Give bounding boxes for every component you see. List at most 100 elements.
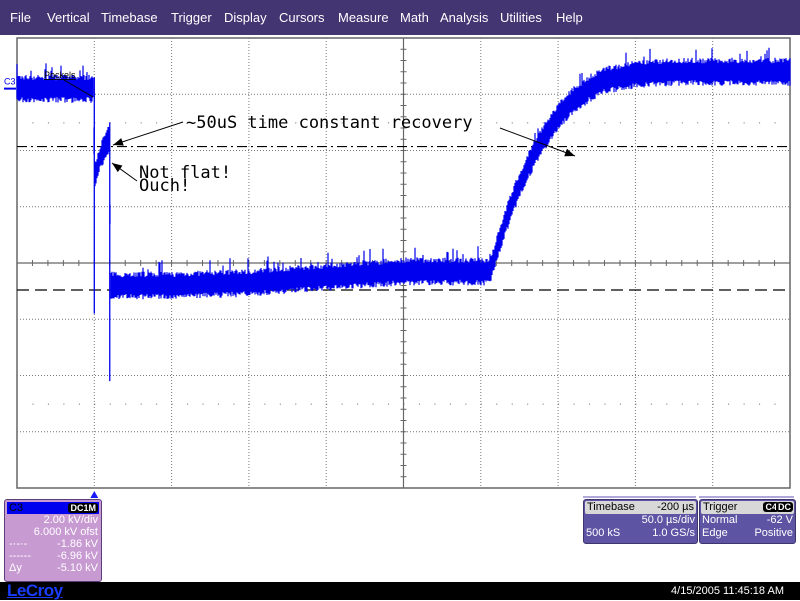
grid-minor-dot <box>341 403 343 405</box>
menu-cursors[interactable]: Cursors <box>279 10 325 25</box>
menu-math[interactable]: Math <box>400 10 429 25</box>
grid-minor-dot <box>357 403 359 405</box>
timebase-title-row: Timebase -200 µs <box>585 501 696 514</box>
cursor1-value: -1.86 kV <box>57 538 98 550</box>
grid-minor-dot <box>372 403 374 405</box>
grid-minor-dot <box>511 122 513 124</box>
timebase-separator <box>583 496 696 498</box>
grid-minor-dot <box>47 122 49 124</box>
grid-minor-dot <box>32 403 34 405</box>
trigger-position-marker <box>90 491 99 498</box>
grid-minor-dot <box>589 403 591 405</box>
menu-utilities[interactable]: Utilities <box>500 10 542 25</box>
grid-minor-dot <box>171 403 173 405</box>
timebase-panel[interactable]: Timebase -200 µs 50.0 µs/div 500 kS 1.0 … <box>583 499 698 544</box>
menu-timebase[interactable]: Timebase <box>101 10 158 25</box>
grid-minor-dot <box>712 122 714 124</box>
menu-file[interactable]: File <box>10 10 31 25</box>
grid-minor-dot <box>635 122 637 124</box>
grid-minor-dot <box>728 122 730 124</box>
annotation-pockels: Pockels <box>44 70 76 80</box>
grid-minor-dot <box>542 122 544 124</box>
delta-label: Δy <box>9 562 22 574</box>
grid-minor-dot <box>388 403 390 405</box>
cursor2-symbol: ------ <box>9 550 31 562</box>
grid-minor-dot <box>156 403 158 405</box>
cursor2-row: ------ -6.96 kV <box>5 550 101 562</box>
annotation-recovery: ~50uS time constant recovery <box>186 113 473 133</box>
timebase-samples-row: 500 kS 1.0 GS/s <box>584 527 697 540</box>
grid-minor-dot <box>109 403 111 405</box>
menu-help[interactable]: Help <box>556 10 583 25</box>
grid-minor-dot <box>743 122 745 124</box>
grid-minor-dot <box>589 122 591 124</box>
trigger-type: Edge <box>702 527 728 539</box>
grid-minor-dot <box>759 122 761 124</box>
grid-minor-dot <box>279 403 281 405</box>
grid-minor-dot <box>604 403 606 405</box>
channel-c3-panel[interactable]: C3 DC1M 2.00 kV/div 6.000 kV ofst -·-·- -… <box>4 499 102 582</box>
cursor2-value: -6.96 kV <box>57 550 98 562</box>
grid-minor-dot <box>47 403 49 405</box>
grid-minor-dot <box>78 122 80 124</box>
menu-vertical[interactable]: Vertical <box>47 10 90 25</box>
grid-minor-dot <box>63 403 65 405</box>
date-time: 4/15/2005 11:45:18 AM <box>671 585 784 597</box>
lecroy-logo: LeCroy <box>7 581 63 600</box>
grid-minor-dot <box>202 403 204 405</box>
grid-minor-dot <box>728 403 730 405</box>
grid-minor-dot <box>759 403 761 405</box>
grid-minor-dot <box>604 122 606 124</box>
channel-panel-header: C3 DC1M <box>7 502 99 514</box>
grid-minor-dot <box>418 403 420 405</box>
grid-minor-dot <box>326 403 328 405</box>
grid-minor-dot <box>125 122 127 124</box>
grid-minor-dot <box>542 403 544 405</box>
grid-minor-dot <box>619 403 621 405</box>
grid-minor-dot <box>527 122 529 124</box>
timebase-title: Timebase <box>587 501 635 513</box>
menu-trigger[interactable]: Trigger <box>171 10 212 25</box>
trigger-panel[interactable]: Trigger C4 DC Normal -62 V Edge Positive <box>699 499 796 544</box>
grid-minor-dot <box>217 403 219 405</box>
grid-minor-dot <box>558 403 560 405</box>
channel-marker-label: C3 <box>4 77 16 87</box>
grid-minor-dot <box>32 122 34 124</box>
grid-minor-dot <box>496 122 498 124</box>
trigger-slope: Positive <box>754 527 793 539</box>
timebase-rate: 1.0 GS/s <box>652 527 695 539</box>
grid-minor-dot <box>666 403 668 405</box>
grid-minor-dot <box>635 403 637 405</box>
grid-minor-dot <box>295 403 297 405</box>
grid-minor-dot <box>248 403 250 405</box>
timebase-scale-row: 50.0 µs/div <box>584 514 697 527</box>
grid-minor-dot <box>619 122 621 124</box>
timebase-delay: -200 µs <box>657 501 694 513</box>
grid-minor-dot <box>527 403 529 405</box>
trigger-type-row: Edge Positive <box>700 527 795 540</box>
grid-minor-dot <box>94 403 96 405</box>
cursor1-row: -·-·- -1.86 kV <box>5 538 101 550</box>
grid-minor-dot <box>140 403 142 405</box>
grid-minor-dot <box>156 122 158 124</box>
grid-minor-dot <box>187 403 189 405</box>
menu-measure[interactable]: Measure <box>338 10 389 25</box>
trigger-coupling-badge: DC <box>776 502 793 512</box>
trigger-mode: Normal <box>702 514 738 526</box>
delta-value: -5.10 kV <box>57 562 98 574</box>
trigger-title: Trigger <box>703 501 738 513</box>
trigger-level: -62 V <box>766 514 793 526</box>
cursor1-symbol: -·-·- <box>9 538 28 550</box>
grid-minor-dot <box>774 122 776 124</box>
grid-minor-dot <box>650 122 652 124</box>
grid-minor-dot <box>573 403 575 405</box>
grid-minor-dot <box>496 403 498 405</box>
grid-minor-dot <box>712 403 714 405</box>
channel-offset: 6.000 kV ofst <box>33 526 98 538</box>
grid-minor-dot <box>78 403 80 405</box>
menu-display[interactable]: Display <box>224 10 267 25</box>
trigger-title-row: Trigger C4 DC <box>701 501 794 514</box>
grid-minor-dot <box>480 403 482 405</box>
menu-analysis[interactable]: Analysis <box>440 10 488 25</box>
grid-minor-dot <box>310 403 312 405</box>
